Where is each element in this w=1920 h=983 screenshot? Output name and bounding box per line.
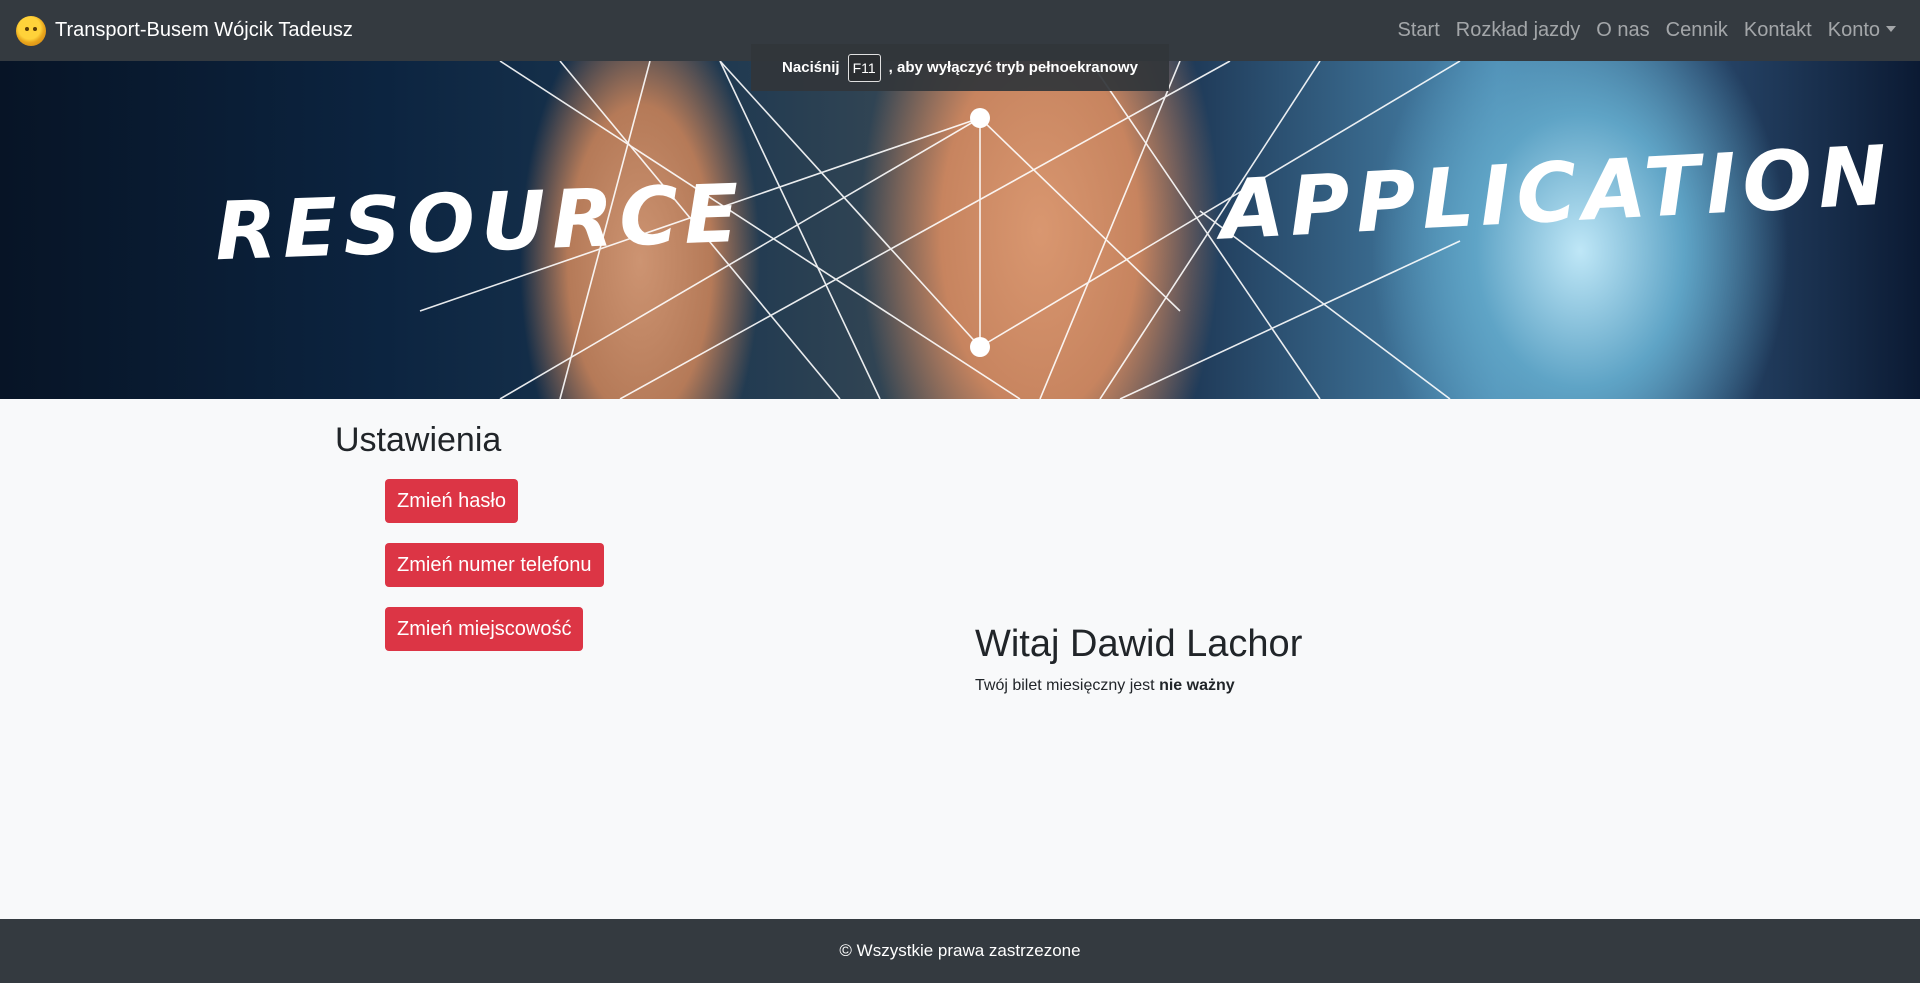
sun-logo-icon [16,15,46,46]
change-phone-button[interactable]: Zmień numer telefonu [385,543,604,587]
ticket-status-value: nie ważny [1159,677,1235,694]
hero-banner: RESOURCE APPLICATION [0,61,1920,399]
hero-word-resource: RESOURCE [213,166,747,279]
brand-name: Transport-Busem Wójcik Tadeusz [55,19,353,41]
nav-link-about[interactable]: O nas [1588,19,1657,42]
ticket-status-prefix: Twój bilet miesięczny jest [975,677,1155,694]
nav-link-pricing[interactable]: Cennik [1658,19,1736,42]
fullscreen-exit-tooltip: Naciśnij F11 , aby wyłączyć tryb pełnoek… [751,44,1169,91]
nav-menu: Start Rozkład jazdy O nas Cennik Kontakt… [1390,19,1904,42]
settings-heading: Ustawienia [335,421,502,459]
ticket-status-text: Twój bilet miesięczny jest nie ważny [975,677,1235,695]
footer: © Wszystkie prawa zastrzezone [0,919,1920,983]
nav-dropdown-account[interactable]: Konto [1820,19,1904,42]
nav-link-start[interactable]: Start [1390,19,1448,42]
nav-link-contact[interactable]: Kontakt [1736,19,1820,42]
tooltip-suffix: , aby wyłączyć tryb pełnoekranowy [888,59,1138,76]
nav-link-timetable[interactable]: Rozkład jazdy [1448,19,1589,42]
brand-link[interactable]: Transport-Busem Wójcik Tadeusz [16,15,353,46]
welcome-heading: Witaj Dawid Lachor [975,623,1303,665]
footer-copyright: © Wszystkie prawa zastrzezone [839,941,1081,960]
f11-key: F11 [847,53,881,82]
change-city-button[interactable]: Zmień miejscowość [385,607,584,651]
tooltip-prefix: Naciśnij [782,59,840,76]
change-password-button[interactable]: Zmień hasło [385,479,518,523]
